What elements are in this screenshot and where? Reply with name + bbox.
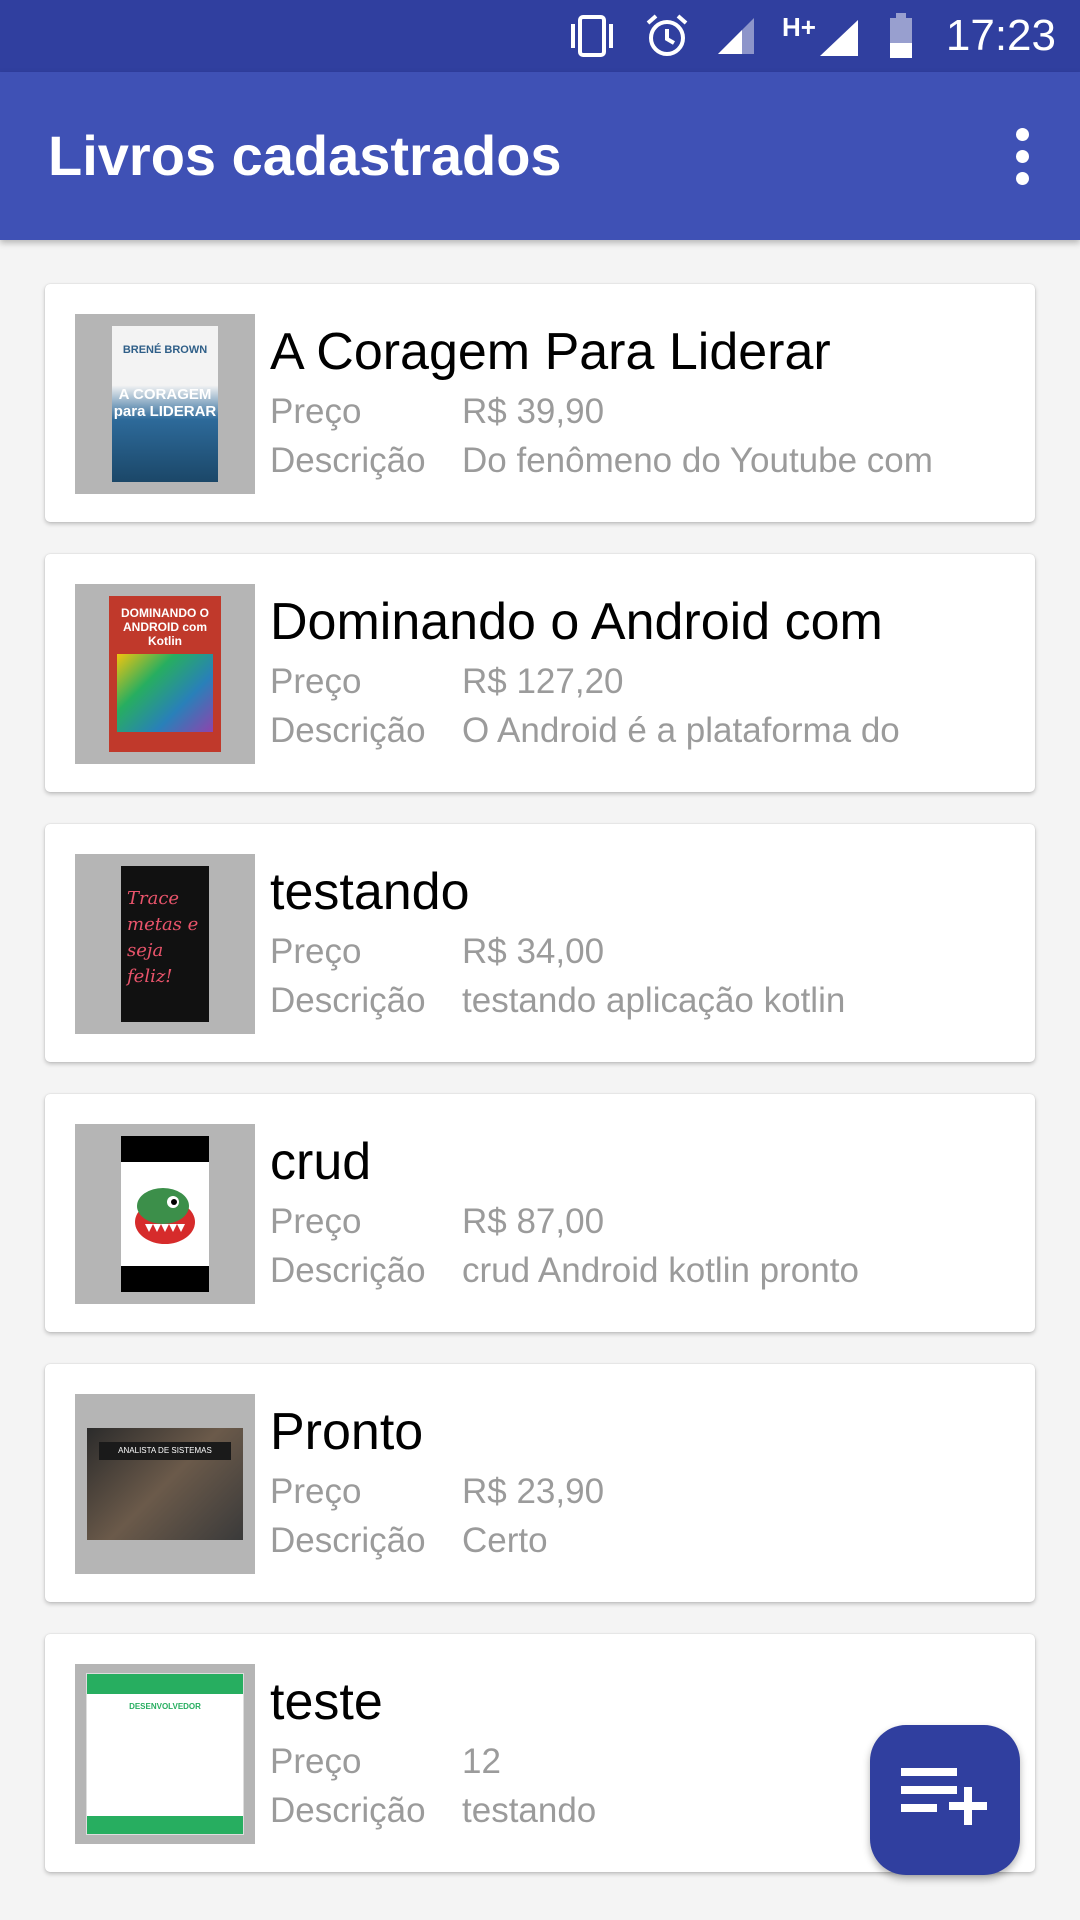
description-row: Descrição testando (270, 1791, 596, 1831)
book-cover: DOMINANDO O ANDROID com Kotlin (75, 584, 255, 764)
description-value: testando aplicação kotlin (462, 981, 846, 1020)
price-label: Preço (270, 932, 362, 971)
book-title: crud (270, 1133, 372, 1191)
add-book-button[interactable] (870, 1725, 1020, 1875)
network-hplus-icon: H+ (782, 14, 862, 58)
description-value: Certo (462, 1521, 548, 1560)
price-value: R$ 127,20 (462, 662, 624, 701)
status-bar: H+ 17:23 (0, 0, 1080, 72)
price-row: Preço 12 (270, 1742, 501, 1782)
description-row: Descrição Certo (270, 1521, 548, 1561)
description-label: Descrição (270, 981, 426, 1020)
description-label: Descrição (270, 711, 426, 750)
description-row: Descrição Do fenômeno do Youtube com (270, 441, 933, 481)
more-vert-icon[interactable] (990, 124, 1054, 188)
book-title: Dominando o Android com (270, 593, 883, 651)
book-cover: BRENÉ BROWN A CORAGEM para LIDERAR (75, 314, 255, 494)
svg-text:H+: H+ (782, 14, 816, 42)
description-row: Descrição O Android é a plataforma do (270, 711, 900, 751)
piranha-image (121, 1162, 209, 1266)
price-row: Preço R$ 39,90 (270, 392, 604, 432)
description-label: Descrição (270, 441, 426, 480)
page-title: Livros cadastrados (48, 124, 562, 187)
description-value: Do fenômeno do Youtube com (462, 441, 933, 480)
description-label: Descrição (270, 1791, 426, 1830)
description-value: O Android é a plataforma do (462, 711, 900, 750)
playlist-add-icon (899, 1762, 991, 1839)
list-item[interactable]: ANALISTA DE SISTEMAS Pronto Preço R$ 23,9… (45, 1364, 1035, 1602)
description-row: Descrição testando aplicação kotlin (270, 981, 845, 1021)
vibrate-icon (566, 14, 618, 58)
description-value: crud Android kotlin pronto (462, 1251, 859, 1290)
signal-icon (716, 16, 756, 56)
book-cover: DESENVOLVEDOR (75, 1664, 255, 1844)
price-label: Preço (270, 1472, 362, 1511)
book-title: Pronto (270, 1403, 424, 1461)
battery-icon (888, 13, 914, 59)
book-title: A Coragem Para Liderar (270, 323, 831, 381)
description-row: Descrição crud Android kotlin pronto (270, 1251, 859, 1291)
price-label: Preço (270, 392, 362, 431)
book-cover: Trace metas e seja feliz! (75, 854, 255, 1034)
price-row: Preço R$ 34,00 (270, 932, 604, 972)
list-item[interactable]: BRENÉ BROWN A CORAGEM para LIDERAR A Cor… (45, 284, 1035, 522)
book-title: teste (270, 1673, 383, 1731)
price-row: Preço R$ 87,00 (270, 1202, 604, 1242)
price-row: Preço R$ 23,90 (270, 1472, 604, 1512)
price-value: 12 (462, 1742, 501, 1781)
list-item[interactable]: crud Preço R$ 87,00 Descrição crud Android… (45, 1094, 1035, 1332)
list-item[interactable]: Trace metas e seja feliz! testando Preço… (45, 824, 1035, 1062)
price-label: Preço (270, 662, 362, 701)
price-label: Preço (270, 1202, 362, 1241)
book-title: testando (270, 863, 470, 921)
price-value: R$ 34,00 (462, 932, 605, 971)
book-cover (75, 1124, 255, 1304)
book-cover: ANALISTA DE SISTEMAS (75, 1394, 255, 1574)
price-value: R$ 23,90 (462, 1472, 605, 1511)
price-row: Preço R$ 127,20 (270, 662, 624, 702)
description-label: Descrição (270, 1521, 426, 1560)
status-time: 17:23 (945, 11, 1056, 60)
app-bar: Livros cadastrados (0, 72, 1080, 240)
alarm-icon (644, 13, 690, 59)
description-label: Descrição (270, 1251, 426, 1290)
description-value: testando (462, 1791, 597, 1830)
list-item[interactable]: DOMINANDO O ANDROID com Kotlin Dominando… (45, 554, 1035, 792)
price-value: R$ 39,90 (462, 392, 605, 431)
price-value: R$ 87,00 (462, 1202, 605, 1241)
book-list: BRENÉ BROWN A CORAGEM para LIDERAR A Cor… (45, 284, 1035, 1904)
price-label: Preço (270, 1742, 362, 1781)
